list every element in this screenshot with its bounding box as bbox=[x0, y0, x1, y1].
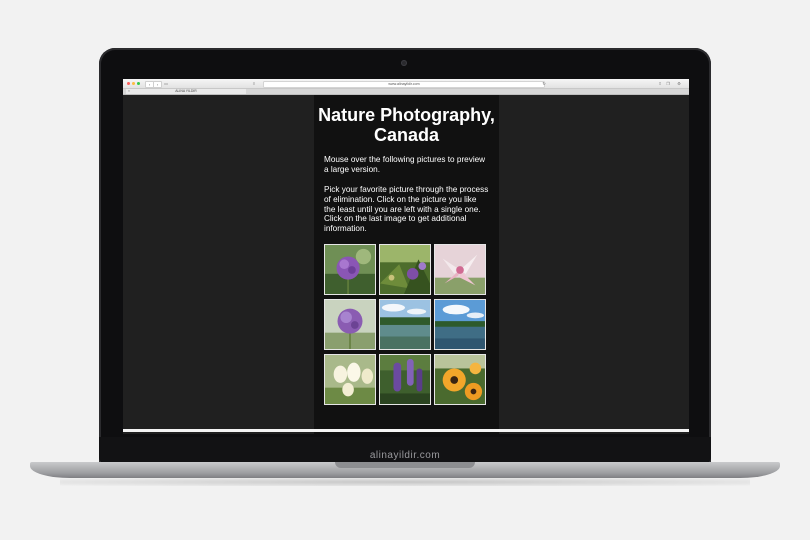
page-bottom-bar bbox=[123, 429, 689, 432]
photo-thumbnail-lily[interactable] bbox=[434, 244, 486, 295]
laptop-screen: ‹ › ▭ ≡ www.alinayildir.com ↻ ⇧ ❐ ⚙ × AL… bbox=[123, 79, 689, 434]
page-title: Nature Photography, Canada bbox=[318, 105, 495, 145]
reader-icon[interactable]: ≡ bbox=[251, 81, 257, 86]
laptop-shadow bbox=[60, 478, 750, 486]
watermark: alinayildir.com bbox=[369, 450, 441, 461]
photo-thumbnail-tulips[interactable] bbox=[324, 354, 376, 405]
intro-text: Mouse over the following pictures to pre… bbox=[324, 155, 486, 174]
extensions-icon[interactable]: ⚙ bbox=[676, 81, 682, 86]
web-page: Nature Photography, Canada Mouse over th… bbox=[123, 95, 689, 434]
tab-title: ALINA YILDIR bbox=[175, 89, 197, 93]
photo-thumbnail-lupines[interactable] bbox=[379, 354, 431, 405]
photo-thumbnail-allium-bloom[interactable] bbox=[324, 299, 376, 350]
maximize-window-icon[interactable] bbox=[137, 82, 140, 85]
laptop-camera bbox=[401, 60, 407, 66]
content-column: Nature Photography, Canada Mouse over th… bbox=[314, 95, 499, 434]
share-icon[interactable]: ⇧ bbox=[657, 81, 663, 86]
forward-button[interactable]: › bbox=[153, 80, 162, 88]
tab-alina-yildir[interactable]: × ALINA YILDIR bbox=[126, 89, 246, 94]
photo-thumbnail-lake[interactable] bbox=[379, 299, 431, 350]
tabs-overview-icon[interactable]: ❐ bbox=[665, 81, 671, 86]
photo-grid bbox=[324, 244, 488, 407]
photo-thumbnail-lake-sky[interactable] bbox=[434, 299, 486, 350]
instructions-text: Pick your favorite picture through the p… bbox=[324, 185, 489, 234]
photo-thumbnail-black-eyed-susans[interactable] bbox=[434, 354, 486, 405]
browser-toolbar: ‹ › ▭ ≡ www.alinayildir.com ↻ ⇧ ❐ ⚙ bbox=[123, 79, 689, 89]
reload-icon[interactable]: ↻ bbox=[541, 81, 547, 86]
minimize-window-icon[interactable] bbox=[132, 82, 135, 85]
photo-thumbnail-wildflowers[interactable] bbox=[379, 244, 431, 295]
laptop-hinge-notch bbox=[335, 462, 475, 468]
photo-thumbnail-allium[interactable] bbox=[324, 244, 376, 295]
sidebar-icon[interactable]: ▭ bbox=[163, 81, 169, 86]
close-tab-icon[interactable]: × bbox=[128, 89, 130, 94]
address-bar[interactable]: www.alinayildir.com bbox=[263, 80, 545, 88]
close-window-icon[interactable] bbox=[127, 82, 130, 85]
